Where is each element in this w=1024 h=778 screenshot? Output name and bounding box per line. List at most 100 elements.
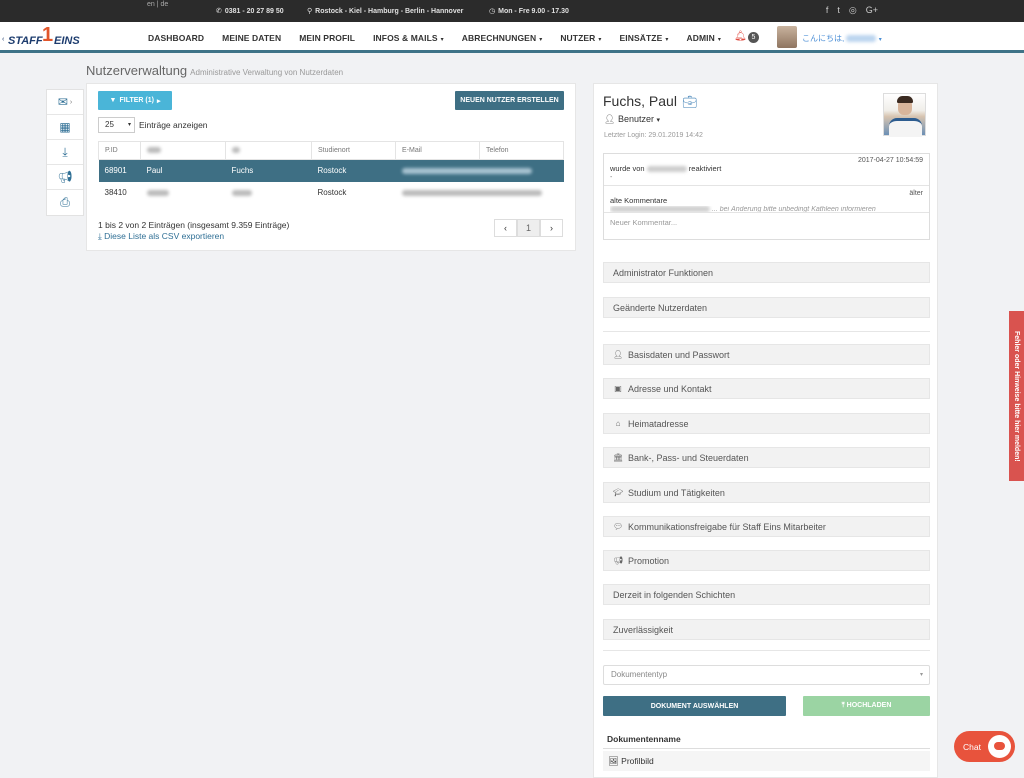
chevron-down-icon: ▾ — [127, 122, 131, 128]
column-header-lastname[interactable] — [225, 141, 312, 160]
map-pin-icon: ⚲ — [307, 8, 313, 15]
chat-button[interactable]: Chat — [954, 731, 1015, 762]
section-derzeit-in-folgenden-schichten[interactable]: Derzeit in folgenden Schichten — [603, 584, 930, 605]
caret-right-icon: ▸ — [156, 97, 161, 105]
pagination-prev[interactable]: ‹ — [494, 219, 517, 237]
nav-item-einsätze[interactable]: EINSÄTZE ▾ — [620, 33, 669, 43]
column-header-email[interactable]: E-Mail — [395, 141, 480, 160]
section-administrator-funktionen[interactable]: Administrator Funktionen — [603, 262, 930, 283]
pagination: ‹ 1 › — [494, 219, 563, 237]
table-info: 1 bis 2 von 2 Einträgen (insgesamt 9.359… — [98, 220, 290, 230]
avatar[interactable] — [777, 26, 797, 48]
chevron-down-icon: ▾ — [440, 36, 444, 43]
comment-dash: - — [610, 174, 613, 181]
pagination-page-1[interactable]: 1 — [517, 219, 540, 237]
users-table: P.ID Studienort E-Mail Telefon 68901 Pau… — [98, 141, 564, 204]
page-length-select[interactable]: 25 ▾ — [98, 117, 135, 133]
nav-item-label: NUTZER — [560, 32, 596, 43]
chat-bubble-icon — [988, 735, 1011, 758]
chevron-down-icon: ▾ — [539, 36, 543, 43]
upload-button[interactable]: ⤒ HOCHLADEN — [803, 696, 930, 716]
megaphone-tool-button[interactable]: 📢︎ — [47, 165, 83, 190]
document-row[interactable]: 🖼︎ Profilbild — [603, 751, 930, 771]
section-kommunikationsfreigabe-für-staff-eins-mitarbeiter[interactable]: 💬︎ Kommunikationsfreigabe für Staff Eins … — [603, 516, 930, 537]
google-plus-icon[interactable]: G+ — [866, 5, 878, 16]
facebook-icon[interactable]: f — [826, 5, 829, 16]
csv-export-label: Diese Liste als CSV exportieren — [104, 231, 225, 241]
staff-eins-logo[interactable]: ‹ STAFF 1 EINS — [2, 24, 82, 50]
bell-icon[interactable]: 🔔︎ — [734, 31, 747, 42]
role-dropdown[interactable]: 👤︎ Benutzer ▾ — [604, 114, 660, 125]
twitter-icon[interactable]: t — [837, 5, 840, 16]
section-bank-pass-und-steuerdaten[interactable]: 🏛︎ Bank-, Pass- und Steuerdaten — [603, 447, 930, 468]
section-adresse-und-kontakt[interactable]: ▣ Adresse und Kontakt — [603, 378, 930, 399]
top-info-bar: en | de ✆ 0381 - 20 27 89 50 ⚲ Rostock - K… — [0, 0, 1024, 22]
filter-button[interactable]: ▼ FILTER (1) ▸ — [98, 91, 172, 110]
page-title-text: Nutzerverwaltung — [86, 63, 188, 78]
nav-item-dashboard[interactable]: DASHBOARD — [148, 33, 204, 43]
briefcase-icon[interactable]: 💼︎ — [682, 95, 697, 109]
language-switcher[interactable]: en | de — [147, 1, 168, 8]
film-tool-button[interactable]: ▦ — [47, 115, 83, 140]
section-label: Heimatadresse — [628, 418, 689, 429]
nav-item-label: DASHBOARD — [148, 32, 205, 43]
pagination-next[interactable]: › — [540, 219, 563, 237]
print-tool-button[interactable]: ⎙ — [47, 190, 83, 215]
blurred-header — [147, 147, 161, 154]
nav-item-label: INFOS & MAILS — [373, 32, 438, 43]
main-menu: DASHBOARD MEINE DATEN MEIN PROFIL INFOS & M… — [148, 22, 739, 53]
cell-contact-blurred — [395, 159, 564, 182]
nav-item-infos-mails[interactable]: INFOS & MAILS ▾ — [373, 33, 444, 43]
upload-icon: ⤒ — [841, 702, 845, 709]
nav-item-label: MEINE DATEN — [222, 32, 282, 43]
user-list-panel: ▼ FILTER (1) ▸ NEUEN NUTZER ERSTELLEN 25 ▾ … — [86, 83, 576, 251]
section-promotion[interactable]: 📢︎ Promotion — [603, 550, 930, 571]
blurred-username — [846, 35, 877, 43]
chevron-down-icon: ▾ — [598, 36, 602, 43]
feedback-tab[interactable]: Fehler oder Hinweise bitte hier melden! — [1009, 311, 1024, 481]
table-row[interactable]: 68901 Paul Fuchs Rostock — [98, 159, 564, 182]
nav-item-admin[interactable]: ADMIN ▾ — [686, 33, 720, 43]
printer-icon: ⎙ — [60, 195, 70, 209]
create-user-button[interactable]: NEUEN NUTZER ERSTELLEN — [455, 91, 564, 110]
nav-item-mein-profil[interactable]: MEIN PROFIL — [299, 33, 355, 43]
cell-lastname — [226, 182, 312, 204]
mail-tool-button[interactable]: ✉ › — [47, 90, 83, 115]
section-label: Geänderte Nutzerdaten — [613, 302, 708, 313]
divider — [603, 331, 930, 332]
new-comment-textarea[interactable]: Neuer Kommentar... — [604, 212, 929, 239]
section-geänderte-nutzerdaten[interactable]: Geänderte Nutzerdaten — [603, 297, 930, 318]
nav-item-nutzer[interactable]: NUTZER ▾ — [560, 33, 601, 43]
nav-item-abrechnungen[interactable]: ABRECHNUNGEN ▾ — [462, 33, 543, 43]
column-header-city[interactable]: Studienort — [311, 141, 396, 160]
section-zuverlässigkeit[interactable]: Zuverlässigkeit — [603, 619, 930, 640]
older-comments-toggle[interactable]: älter — [909, 190, 923, 197]
upload-label: HOCHLADEN — [846, 702, 892, 709]
section-studium-und-tätigkeiten[interactable]: 🎓︎ Studium und Tätigkeiten — [603, 482, 930, 503]
contact-card-icon: ▣ — [614, 384, 622, 393]
chevron-down-icon: ▾ — [878, 37, 882, 43]
document-type-select[interactable]: Dokumententyp ▾ — [603, 665, 930, 685]
cell-pid: 38410 — [104, 188, 127, 197]
download-tool-button[interactable]: ⤓ — [47, 140, 83, 165]
cell-contact-blurred — [396, 182, 564, 204]
csv-export-link[interactable]: ⤓ Diese Liste als CSV exportieren — [98, 231, 224, 242]
column-header-phone[interactable]: Telefon — [479, 141, 564, 160]
notification-count-badge: 5 — [748, 32, 759, 43]
select-document-button[interactable]: DOKUMENT AUSWÄHLEN — [603, 696, 786, 716]
cell-pid: 68901 — [98, 159, 141, 182]
instagram-icon[interactable]: ◎ — [849, 5, 857, 16]
user-menu[interactable]: こんにちは, ▾ — [802, 33, 882, 44]
social-links: f t ◎ G+ — [826, 5, 878, 16]
column-header-firstname[interactable] — [140, 141, 226, 160]
section-heimatadresse[interactable]: ⌂ Heimatadresse — [603, 413, 930, 434]
table-row[interactable]: 38410 Rostock — [99, 182, 564, 204]
nav-item-label: ADMIN — [686, 32, 715, 43]
section-label: Zuverlässigkeit — [613, 624, 674, 635]
blurred-lastname — [231, 189, 252, 196]
nav-item-meine-daten[interactable]: MEINE DATEN — [222, 33, 281, 43]
column-header-pid[interactable]: P.ID — [98, 141, 141, 160]
profile-name-text: Fuchs, Paul — [603, 93, 677, 109]
cell-city: Rostock — [311, 159, 396, 182]
section-basisdaten-und-passwort[interactable]: 👤︎ Basisdaten und Passwort — [603, 344, 930, 365]
